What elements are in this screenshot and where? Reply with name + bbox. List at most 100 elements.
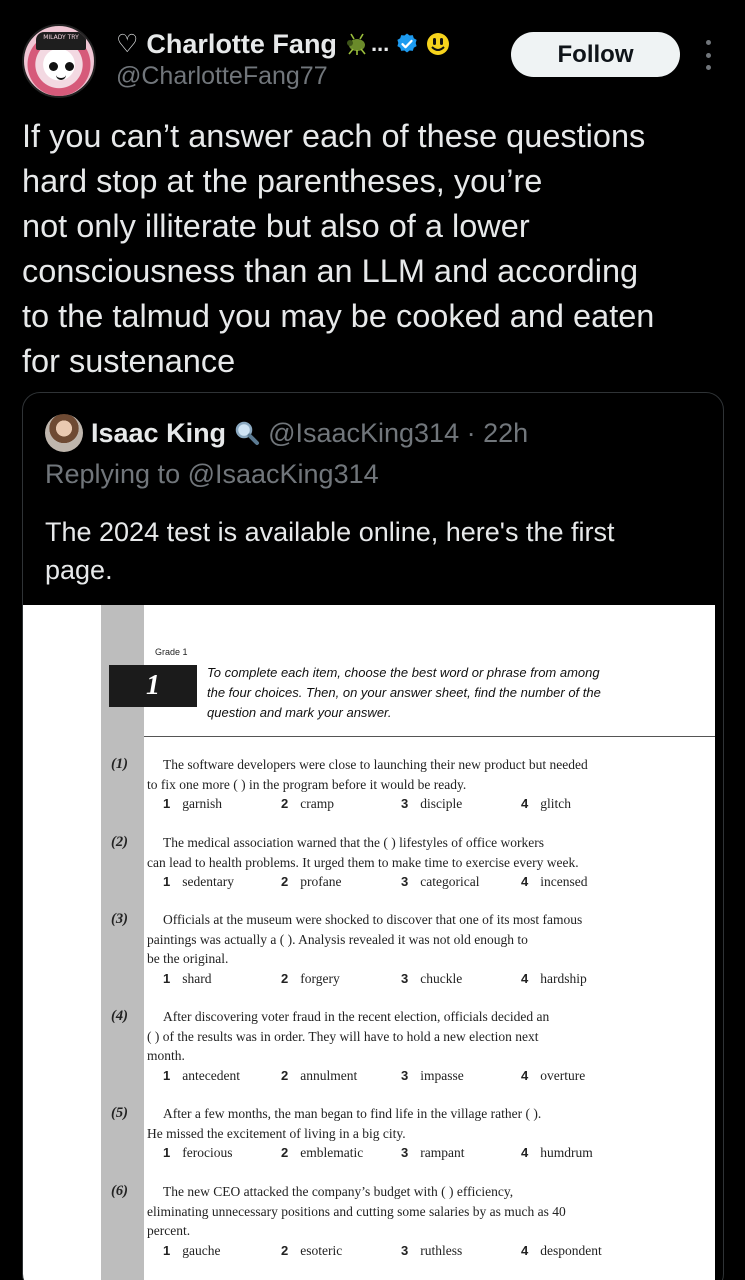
- answer-choice: 3 impasse: [401, 1067, 464, 1083]
- quoted-post-text: The 2024 test is available online, here'…: [45, 513, 705, 589]
- answer-choice: 2 forgery: [281, 970, 340, 986]
- question-item: (2) The medical association warned that …: [111, 833, 647, 892]
- bug-icon: [346, 33, 366, 55]
- answer-choices: 1 shard 2 forgery 3 chuckle 4 hardship: [147, 969, 647, 989]
- question-line: ( ) of the results was in order. They wi…: [147, 1028, 539, 1044]
- post-text-line: for sustenance: [22, 343, 236, 379]
- question-text: After a few months, the man began to fin…: [147, 1104, 647, 1143]
- author-handle[interactable]: @CharlotteFang77: [116, 62, 328, 91]
- question-item: (4) After discovering voter fraud in the…: [111, 1007, 647, 1086]
- answer-choice: 2 emblematic: [281, 1145, 364, 1160]
- question-text: After discovering voter fraud in the rec…: [147, 1007, 647, 1066]
- answer-choice: 1 shard: [163, 970, 212, 986]
- answer-choice: 3 disciple: [401, 796, 463, 811]
- post-text-line: If you can’t answer each of these questi…: [22, 118, 646, 154]
- quoted-author-name: Isaac King: [91, 417, 227, 448]
- replying-to: Replying to @IsaacKing314: [45, 459, 379, 489]
- question-line: can lead to health problems. It urged th…: [147, 854, 579, 870]
- answer-choice: 1 ferocious: [163, 1145, 233, 1160]
- question-line: to fix one more ( ) in the program befor…: [147, 776, 467, 792]
- answer-choice: 3 rampant: [401, 1145, 465, 1160]
- question-line: be the original.: [147, 951, 229, 966]
- question-line: The software developers were close to la…: [163, 757, 588, 772]
- post-text-line: to the talmud you may be cooked and eate…: [22, 298, 655, 334]
- question-text: Officials at the museum were shocked to …: [147, 910, 647, 969]
- instructions: To complete each item, choose the best w…: [207, 663, 667, 723]
- answer-choice: 1 antecedent: [163, 1067, 240, 1083]
- post-text-line: consciousness than an LLM and according: [22, 253, 639, 289]
- answer-choice: 3 chuckle: [401, 970, 463, 986]
- post-text-line: hard stop at the parentheses, you’re: [22, 163, 543, 199]
- answer-choice: 3 categorical: [401, 874, 480, 889]
- quoted-text-line: page.: [45, 555, 113, 585]
- question-item: (5) After a few months, the man began to…: [111, 1104, 647, 1163]
- question-number: (2): [111, 834, 128, 850]
- answer-choice: 1 gauche: [163, 1242, 221, 1258]
- quoted-post-card[interactable]: Isaac King @IsaacKing314 · 22h Replying …: [22, 392, 724, 1280]
- answer-choice: 2 esoteric: [281, 1242, 343, 1258]
- post-text-line: not only illiterate but also of a lower: [22, 208, 530, 244]
- answer-choices: 1 garnish 2 cramp 3 disciple 4 glitch: [147, 794, 647, 814]
- answer-choice: 4 despondent: [521, 1242, 602, 1258]
- heart-icon: ♡: [116, 30, 139, 58]
- question-item: (3) Officials at the museum were shocked…: [111, 910, 647, 989]
- answer-choice: 1 sedentary: [163, 874, 234, 889]
- section-number: 1: [109, 665, 197, 707]
- avatar-eye: [49, 62, 58, 71]
- instructions-line: question and mark your answer.: [207, 705, 392, 720]
- answer-choices: 1 gauche 2 esoteric 3 ruthless 4 despondent: [147, 1241, 647, 1261]
- author-display-name[interactable]: Charlotte Fang: [146, 29, 337, 60]
- answer-choice: 4 humdrum: [521, 1145, 593, 1160]
- question-line: After a few months, the man began to fin…: [163, 1106, 542, 1121]
- answer-choices: 1 ferocious 2 emblematic 3 rampant 4 humdrum: [147, 1143, 647, 1163]
- answer-choice: 4 glitch: [521, 796, 571, 811]
- question-line: month.: [147, 1048, 185, 1063]
- divider: [144, 736, 715, 737]
- question-text: The medical association warned that the …: [147, 833, 647, 872]
- answer-choice: 1 garnish: [163, 796, 222, 811]
- question-line: The medical association warned that the …: [163, 835, 544, 850]
- question-text: The new CEO attacked the company’s budge…: [147, 1182, 647, 1241]
- name-ellipsis: ...: [370, 31, 390, 56]
- answer-choice: 4 hardship: [521, 970, 587, 986]
- question-item: (1) The software developers were close t…: [111, 755, 647, 814]
- grade-label: Grade 1: [155, 647, 188, 657]
- avatar-mouth: [56, 75, 66, 80]
- answer-choice: 2 annulment: [281, 1067, 358, 1083]
- follow-button[interactable]: Follow: [511, 32, 680, 77]
- instructions-line: To complete each item, choose the best w…: [207, 665, 600, 680]
- verified-badge-icon[interactable]: [395, 32, 419, 56]
- magnifier-icon: [235, 421, 260, 445]
- answer-choice: 2 cramp: [281, 796, 334, 811]
- post-text: If you can’t answer each of these questi…: [22, 114, 727, 384]
- smiley-icon: [427, 33, 450, 55]
- answer-choices: 1 sedentary 2 profane 3 categorical 4 incens…: [147, 872, 647, 892]
- quoted-author-avatar: [45, 414, 83, 452]
- instructions-line: the four choices. Then, on your answer s…: [207, 685, 601, 700]
- question-line: After discovering voter fraud in the rec…: [163, 1009, 550, 1024]
- question-item: (6) The new CEO attacked the company’s b…: [111, 1182, 647, 1261]
- answer-choice: 4 incensed: [521, 874, 588, 889]
- quoted-post-header: Isaac King @IsaacKing314 · 22h: [45, 414, 529, 452]
- question-number: (1): [111, 756, 128, 772]
- question-line: The new CEO attacked the company’s budge…: [163, 1184, 514, 1199]
- quoted-author-handle-time: @IsaacKing314 · 22h: [268, 417, 529, 448]
- question-number: (3): [111, 911, 128, 927]
- quoted-text-line: The 2024 test is available online, here'…: [45, 517, 615, 547]
- question-line: paintings was actually a ( ). Analysis r…: [147, 931, 528, 947]
- answer-choice: 3 ruthless: [401, 1242, 463, 1258]
- answer-choice: 4 overture: [521, 1067, 586, 1083]
- post-header: MILADY TRY ♡ Charlotte Fang ... @Charlot: [0, 0, 745, 110]
- test-page-image[interactable]: Grade 1 1 To complete each item, choose …: [23, 605, 715, 1280]
- question-number: (5): [111, 1105, 128, 1121]
- question-line: He missed the excitement of living in a …: [147, 1125, 406, 1141]
- question-number: (6): [111, 1183, 128, 1199]
- question-line: Officials at the museum were shocked to …: [163, 912, 583, 927]
- avatar-hat-text: MILADY TRY: [43, 34, 79, 41]
- question-line: eliminating unnecessary positions and cu…: [147, 1203, 566, 1219]
- author-name-row[interactable]: ♡ Charlotte Fang ...: [116, 26, 451, 62]
- question-line: percent.: [147, 1223, 191, 1238]
- question-text: The software developers were close to la…: [147, 755, 647, 794]
- more-options-icon[interactable]: [702, 40, 714, 70]
- author-avatar[interactable]: MILADY TRY: [22, 24, 96, 98]
